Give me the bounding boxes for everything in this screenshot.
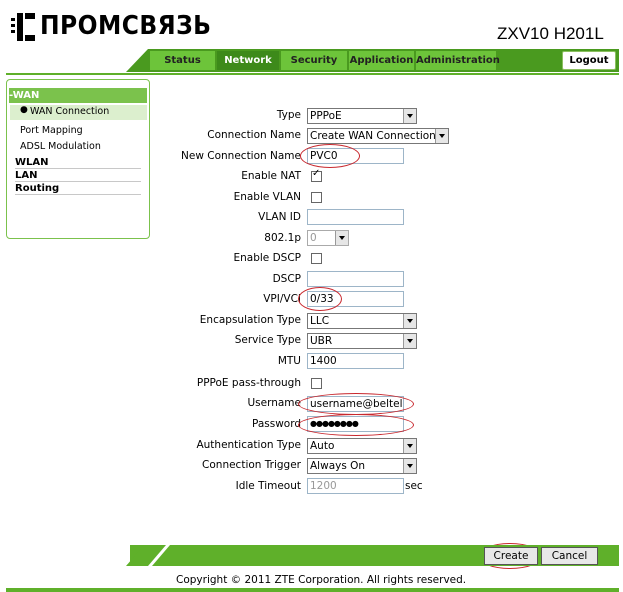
username-label: Username bbox=[247, 397, 301, 409]
connection-name-select[interactable]: Create WAN Connection bbox=[307, 128, 449, 144]
header-divider bbox=[6, 73, 619, 75]
type-label: Type bbox=[276, 109, 301, 121]
sidebar-group-lan[interactable]: LAN bbox=[15, 170, 37, 181]
encapsulation-type-select[interactable]: LLC bbox=[307, 313, 417, 329]
idle-timeout-input[interactable]: 1200 bbox=[307, 478, 404, 494]
chevron-down-icon bbox=[403, 314, 416, 328]
bullet-icon: ● bbox=[20, 105, 28, 115]
highlight-ring bbox=[298, 393, 414, 415]
tab-status[interactable]: Status bbox=[150, 51, 215, 70]
vpi-vci-label: VPI/VCI bbox=[263, 293, 301, 305]
connection-trigger-label: Connection Trigger bbox=[202, 459, 301, 471]
copyright-text: Copyright © 2011 ZTE Corporation. All ri… bbox=[176, 574, 467, 586]
sidebar-divider bbox=[15, 181, 141, 182]
footer-bar-blank bbox=[6, 545, 130, 566]
authentication-type-value: Auto bbox=[310, 440, 335, 452]
tab-network[interactable]: Network bbox=[217, 51, 279, 70]
highlight-ring bbox=[298, 287, 342, 311]
sidebar-section-wan[interactable]: -WAN bbox=[9, 88, 147, 103]
chevron-down-icon bbox=[403, 109, 416, 123]
enable-vlan-checkbox[interactable] bbox=[311, 192, 322, 203]
logout-button[interactable]: Logout bbox=[562, 51, 616, 70]
highlight-ring bbox=[298, 414, 414, 436]
service-type-label: Service Type bbox=[234, 334, 301, 346]
encapsulation-type-label: Encapsulation Type bbox=[199, 314, 301, 326]
8021p-select[interactable]: 0 bbox=[307, 230, 349, 246]
footer-slant-decoration bbox=[126, 545, 176, 566]
chevron-down-icon bbox=[435, 129, 448, 143]
type-select[interactable]: PPPoE bbox=[307, 108, 417, 124]
authentication-type-label: Authentication Type bbox=[196, 439, 301, 451]
sidebar-group-routing[interactable]: Routing bbox=[15, 183, 59, 194]
connection-trigger-select[interactable]: Always On bbox=[307, 458, 417, 474]
device-model: ZXV10 H201L bbox=[497, 24, 604, 43]
mtu-input[interactable]: 1400 bbox=[307, 353, 404, 369]
type-value: PPPoE bbox=[310, 110, 342, 122]
sidebar-item-adsl-modulation[interactable]: ADSL Modulation bbox=[20, 141, 101, 152]
password-label: Password bbox=[251, 418, 301, 430]
brand-logo-icon bbox=[11, 13, 35, 41]
tab-application[interactable]: Application bbox=[349, 51, 414, 70]
vlan-id-input[interactable] bbox=[307, 209, 404, 225]
pppoe-passthrough-checkbox[interactable] bbox=[311, 378, 322, 389]
sidebar-group-wlan[interactable]: WLAN bbox=[15, 157, 49, 168]
chevron-down-icon bbox=[335, 231, 348, 245]
new-connection-name-label: New Connection Name bbox=[181, 150, 301, 162]
sidebar-item-port-mapping[interactable]: Port Mapping bbox=[20, 125, 83, 136]
brand-name: ПРОМСВЯЗЬ bbox=[40, 11, 212, 41]
connection-trigger-value: Always On bbox=[310, 460, 366, 472]
pppoe-passthrough-label: PPPoE pass-through bbox=[196, 377, 301, 389]
enable-dscp-label: Enable DSCP bbox=[233, 252, 301, 264]
tab-administration[interactable]: Administration bbox=[416, 51, 500, 70]
sidebar-item-label: WAN Connection bbox=[30, 106, 110, 117]
connection-name-value: Create WAN Connection bbox=[310, 130, 436, 142]
service-type-value: UBR bbox=[310, 335, 333, 347]
chevron-down-icon bbox=[403, 459, 416, 473]
sidebar-divider bbox=[15, 168, 141, 169]
tab-security[interactable]: Security bbox=[281, 51, 347, 70]
8021p-label: 802.1p bbox=[264, 232, 301, 244]
service-type-select[interactable]: UBR bbox=[307, 333, 417, 349]
nav-slant-decoration bbox=[126, 49, 150, 72]
mtu-label: MTU bbox=[277, 355, 301, 367]
create-button[interactable]: Create bbox=[484, 547, 538, 565]
enable-nat-checkbox[interactable] bbox=[311, 168, 322, 182]
footer-divider bbox=[6, 588, 619, 592]
authentication-type-select[interactable]: Auto bbox=[307, 438, 417, 454]
highlight-ring bbox=[300, 144, 360, 168]
8021p-value: 0 bbox=[310, 232, 317, 244]
vlan-id-label: VLAN ID bbox=[258, 211, 301, 223]
enable-nat-label: Enable NAT bbox=[241, 170, 301, 182]
chevron-down-icon bbox=[403, 334, 416, 348]
idle-timeout-label: Idle Timeout bbox=[235, 480, 301, 492]
enable-dscp-checkbox[interactable] bbox=[311, 253, 322, 264]
enable-vlan-label: Enable VLAN bbox=[233, 191, 301, 203]
dscp-label: DSCP bbox=[272, 273, 301, 285]
chevron-down-icon bbox=[403, 439, 416, 453]
sidebar-item-wan-connection[interactable]: ● WAN Connection bbox=[10, 105, 147, 120]
sidebar-divider bbox=[15, 194, 141, 195]
cancel-button[interactable]: Cancel bbox=[541, 547, 598, 565]
encapsulation-type-value: LLC bbox=[310, 315, 330, 327]
idle-timeout-unit: sec bbox=[405, 480, 423, 492]
connection-name-label: Connection Name bbox=[207, 129, 301, 141]
dscp-input[interactable] bbox=[307, 271, 404, 287]
